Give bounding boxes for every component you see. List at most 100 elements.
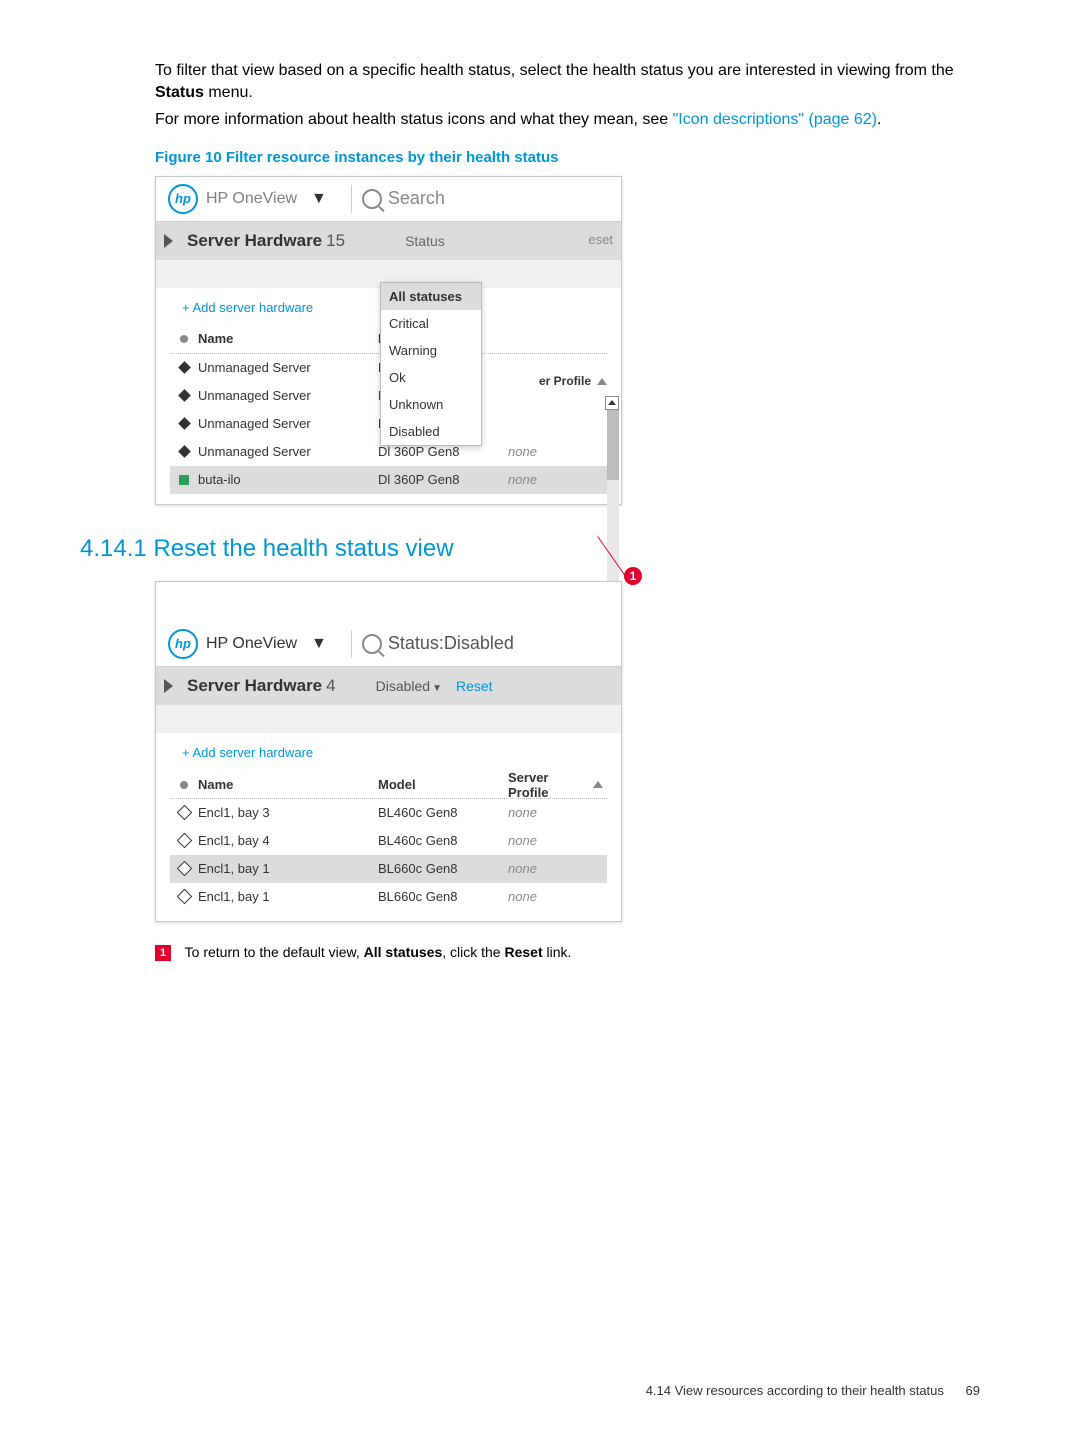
sort-asc-icon bbox=[593, 781, 603, 788]
intro-p1-bold: Status bbox=[155, 84, 204, 101]
search-icon[interactable] bbox=[362, 634, 382, 654]
status-col-icon bbox=[180, 781, 188, 789]
footer-page-number: 69 bbox=[966, 1383, 980, 1398]
col-name[interactable]: Name bbox=[198, 331, 378, 346]
col-profile-fragment: er Profile bbox=[539, 374, 607, 388]
status-disabled-icon bbox=[176, 805, 192, 821]
cell-name: Unmanaged Server bbox=[198, 360, 378, 375]
status-disabled-icon bbox=[176, 889, 192, 905]
cell-profile: none bbox=[508, 889, 589, 904]
status-option-unknown[interactable]: Unknown bbox=[381, 391, 481, 418]
cell-model: Dl 360P Gen8 bbox=[378, 472, 508, 487]
page-footer: 4.14 View resources according to their h… bbox=[646, 1383, 980, 1398]
status-disabled-icon bbox=[176, 833, 192, 849]
table-row[interactable]: Encl1, bay 3 BL460c Gen8 none bbox=[170, 799, 607, 827]
callout-badge-1: 1 bbox=[624, 567, 642, 585]
chevron-down-icon[interactable]: ▼ bbox=[311, 635, 327, 653]
cell-model: BL660c Gen8 bbox=[378, 861, 508, 876]
search-query[interactable]: Status:Disabled bbox=[388, 633, 514, 654]
panel-title: Server Hardware bbox=[187, 231, 322, 251]
scroll-up-icon[interactable] bbox=[605, 396, 619, 410]
intro-p1a: To filter that view based on a specific … bbox=[155, 62, 954, 79]
figure-caption: Figure 10 Filter resource instances by t… bbox=[155, 149, 980, 166]
vertical-divider bbox=[351, 630, 352, 658]
table-row[interactable]: buta-ilo Dl 360P Gen8 none bbox=[170, 466, 607, 494]
app-name: HP OneView bbox=[206, 190, 297, 208]
panel-count: 15 bbox=[326, 231, 345, 251]
cell-model: BL660c Gen8 bbox=[378, 889, 508, 904]
cell-name: Encl1, bay 1 bbox=[198, 889, 378, 904]
status-option-all[interactable]: All statuses bbox=[381, 283, 481, 310]
intro-p2a: For more information about health status… bbox=[155, 111, 673, 128]
status-option-critical[interactable]: Critical bbox=[381, 310, 481, 337]
table-row[interactable]: Encl1, bay 1 BL660c Gen8 none bbox=[170, 883, 607, 911]
spacer bbox=[156, 582, 621, 622]
topbar: hp HP OneView ▼ Status:Disabled bbox=[156, 622, 621, 667]
chevron-down-icon[interactable]: ▼ bbox=[311, 190, 327, 208]
table-row[interactable]: Encl1, bay 4 BL460c Gen8 none bbox=[170, 827, 607, 855]
intro-p1b: menu. bbox=[204, 84, 253, 101]
status-dropdown[interactable]: All statuses Critical Warning Ok Unknown… bbox=[380, 282, 482, 446]
table-row[interactable]: Encl1, bay 1 BL660c Gen8 none bbox=[170, 855, 607, 883]
footer-section: 4.14 View resources according to their h… bbox=[646, 1383, 944, 1398]
cell-name: Encl1, bay 1 bbox=[198, 861, 378, 876]
note-text-a: To return to the default view, bbox=[185, 944, 364, 960]
reset-fragment: eset bbox=[588, 232, 613, 247]
intro-p2b: . bbox=[877, 111, 881, 128]
status-icon bbox=[178, 417, 191, 430]
search-placeholder[interactable]: Search bbox=[388, 188, 445, 209]
expand-icon[interactable] bbox=[164, 234, 173, 248]
topbar: hp HP OneView ▼ Search bbox=[156, 177, 621, 222]
table-header: Name Model Server Profile bbox=[170, 770, 607, 799]
cell-profile: none bbox=[508, 444, 589, 459]
status-option-disabled[interactable]: Disabled bbox=[381, 418, 481, 445]
status-col-icon bbox=[180, 335, 188, 343]
cell-model: Dl 360P Gen8 bbox=[378, 444, 508, 459]
status-icon bbox=[178, 445, 191, 458]
panel-count: 4 bbox=[326, 676, 335, 696]
title-bar: Server Hardware 4 Disabled▼ Reset bbox=[156, 667, 621, 705]
intro-text: To filter that view based on a specific … bbox=[155, 60, 980, 131]
sort-asc-icon bbox=[597, 378, 607, 385]
cell-model: BL460c Gen8 bbox=[378, 833, 508, 848]
callout-note: 1 To return to the default view, All sta… bbox=[155, 944, 980, 961]
status-icon bbox=[178, 389, 191, 402]
note-bold1: All statuses bbox=[364, 944, 443, 960]
cell-profile: none bbox=[508, 861, 589, 876]
reset-link[interactable]: Reset bbox=[456, 678, 493, 694]
status-ok-icon bbox=[179, 475, 189, 485]
status-option-warning[interactable]: Warning bbox=[381, 337, 481, 364]
search-icon[interactable] bbox=[362, 189, 382, 209]
note-text-c: link. bbox=[543, 944, 572, 960]
cell-profile: none bbox=[508, 805, 589, 820]
add-server-hardware-link[interactable]: + Add server hardware bbox=[182, 745, 607, 760]
figure-2-screenshot: hp HP OneView ▼ Status:Disabled Server H… bbox=[155, 581, 622, 922]
blank-row bbox=[156, 705, 621, 733]
filter-disabled[interactable]: Disabled▼ bbox=[376, 678, 442, 694]
col-profile[interactable]: Server Profile bbox=[508, 770, 589, 800]
figure-1-screenshot: hp HP OneView ▼ Search Server Hardware 1… bbox=[155, 176, 622, 505]
title-bar: Server Hardware 15 Status eset bbox=[156, 222, 621, 260]
col-model[interactable]: Model bbox=[378, 777, 508, 792]
section-heading: 4.14.1 Reset the health status view bbox=[80, 535, 980, 563]
scrollbar-thumb[interactable] bbox=[607, 410, 619, 480]
callout-num-icon: 1 bbox=[155, 945, 171, 961]
expand-icon[interactable] bbox=[164, 679, 173, 693]
cell-name: Unmanaged Server bbox=[198, 444, 378, 459]
status-icon bbox=[178, 361, 191, 374]
cell-name: Unmanaged Server bbox=[198, 388, 378, 403]
status-filter[interactable]: Status bbox=[405, 233, 445, 249]
cell-name: Unmanaged Server bbox=[198, 416, 378, 431]
cell-name: Encl1, bay 4 bbox=[198, 833, 378, 848]
cell-name: buta-ilo bbox=[198, 472, 378, 487]
vertical-divider bbox=[351, 185, 352, 213]
status-option-ok[interactable]: Ok bbox=[381, 364, 481, 391]
note-bold2: Reset bbox=[504, 944, 542, 960]
app-name: HP OneView bbox=[206, 635, 297, 653]
icon-descriptions-link[interactable]: "Icon descriptions" (page 62) bbox=[673, 111, 877, 128]
panel-title: Server Hardware bbox=[187, 676, 322, 696]
hp-logo-icon: hp bbox=[168, 184, 198, 214]
hp-logo-icon: hp bbox=[168, 629, 198, 659]
col-name[interactable]: Name bbox=[198, 777, 378, 792]
cell-model: BL460c Gen8 bbox=[378, 805, 508, 820]
